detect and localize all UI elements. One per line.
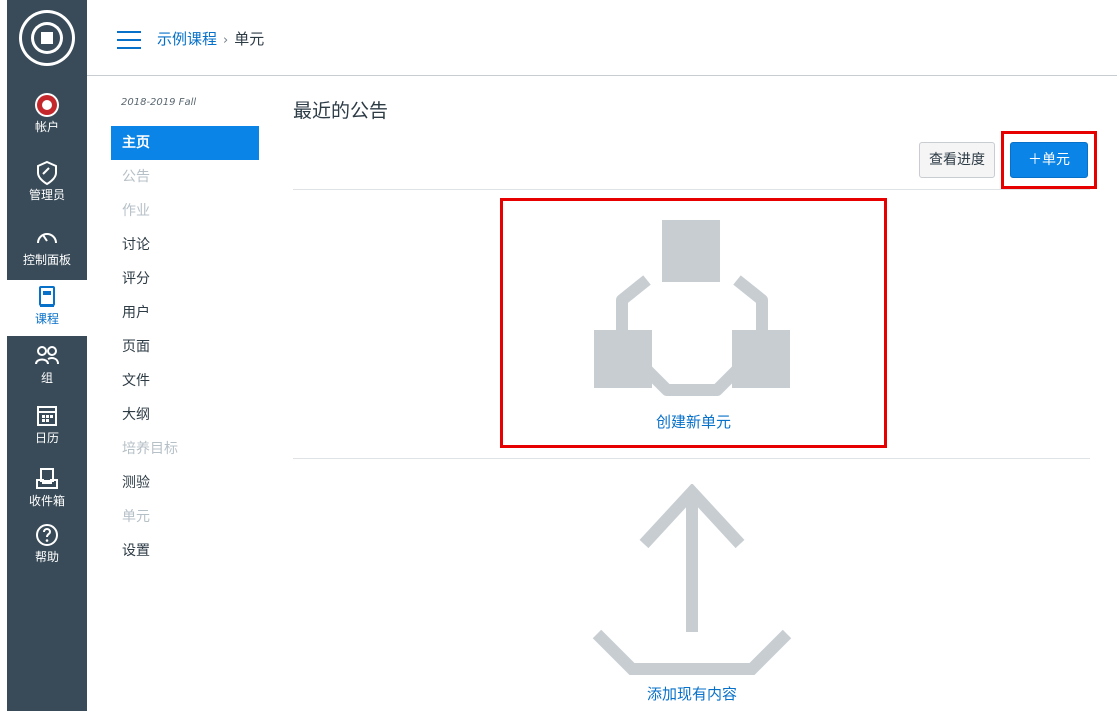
course-nav-item[interactable]: 页面 xyxy=(111,330,259,364)
nav-groups[interactable]: 组 xyxy=(7,343,87,385)
nav-calendar-label: 日历 xyxy=(34,431,59,445)
course-nav-item[interactable]: 设置 xyxy=(111,534,259,568)
nav-courses-label: 课程 xyxy=(34,312,59,326)
nav-help-label: 帮助 xyxy=(34,550,59,564)
breadcrumb-separator: › xyxy=(223,33,229,48)
course-nav-item[interactable]: 测验 xyxy=(111,466,259,500)
nav-courses[interactable]: 课程 xyxy=(7,280,87,336)
page-header: 示例课程 › 单元 xyxy=(87,0,1117,76)
nav-admin[interactable]: 管理员 xyxy=(7,160,87,202)
account-icon xyxy=(34,92,60,118)
breadcrumb-course-link[interactable]: 示例课程 xyxy=(157,30,217,48)
course-nav-item[interactable]: 讨论 xyxy=(111,228,259,262)
divider xyxy=(293,458,1090,459)
nav-dashboard-label: 控制面板 xyxy=(22,253,71,267)
groups-icon xyxy=(34,343,60,369)
course-nav-item[interactable]: 用户 xyxy=(111,296,259,330)
highlight-add-module xyxy=(1001,131,1097,189)
divider xyxy=(293,189,1090,190)
global-nav: 帐户 管理员 控制面板 课程 组 日历 收件箱 帮助 xyxy=(7,0,87,711)
nav-groups-label: 组 xyxy=(40,371,53,385)
course-nav-item[interactable]: 主页 xyxy=(111,126,259,160)
course-nav: 主页公告作业讨论 评分 用户 页面 文件 大纲培养目标测验单元设置 xyxy=(111,126,259,568)
breadcrumb-current: 单元 xyxy=(234,30,265,48)
nav-inbox[interactable]: 收件箱 xyxy=(7,466,87,508)
view-progress-button[interactable]: 查看进度 xyxy=(919,142,995,178)
nav-calendar[interactable]: 日历 xyxy=(7,403,87,445)
course-nav-item: 培养目标 xyxy=(122,441,178,457)
course-nav-item: 单元 xyxy=(122,509,150,525)
help-icon xyxy=(34,522,60,548)
inbox-icon xyxy=(34,466,60,492)
courses-book-icon xyxy=(34,284,60,310)
dashboard-gauge-icon xyxy=(34,225,60,251)
page-title: 最近的公告 xyxy=(293,100,389,122)
nav-dashboard[interactable]: 控制面板 xyxy=(7,225,87,267)
upload-arrow-icon[interactable] xyxy=(592,483,792,679)
nav-account-label: 帐户 xyxy=(34,120,59,134)
course-nav-item: 作业 xyxy=(122,203,150,219)
breadcrumb: 示例课程 › 单元 xyxy=(157,28,264,49)
university-logo[interactable] xyxy=(17,8,77,68)
calendar-icon xyxy=(34,403,60,429)
add-existing-content-link[interactable]: 添加现有内容 xyxy=(592,683,792,704)
course-nav-item[interactable]: 评分 xyxy=(111,262,259,296)
course-nav-item: 公告 xyxy=(122,169,150,185)
course-nav-item[interactable]: 大纲 xyxy=(111,398,259,432)
create-module-link[interactable]: 创建新单元 xyxy=(500,411,887,432)
course-term: 2018-2019 Fall xyxy=(121,97,197,108)
nav-inbox-label: 收件箱 xyxy=(28,494,65,508)
admin-shield-icon xyxy=(34,160,60,186)
module-diagram-icon[interactable] xyxy=(592,220,792,400)
course-nav-item[interactable]: 文件 xyxy=(111,364,259,398)
nav-help[interactable]: 帮助 xyxy=(7,522,87,564)
menu-toggle-icon[interactable] xyxy=(117,31,141,49)
nav-admin-label: 管理员 xyxy=(28,188,65,202)
nav-account[interactable]: 帐户 xyxy=(7,92,87,134)
